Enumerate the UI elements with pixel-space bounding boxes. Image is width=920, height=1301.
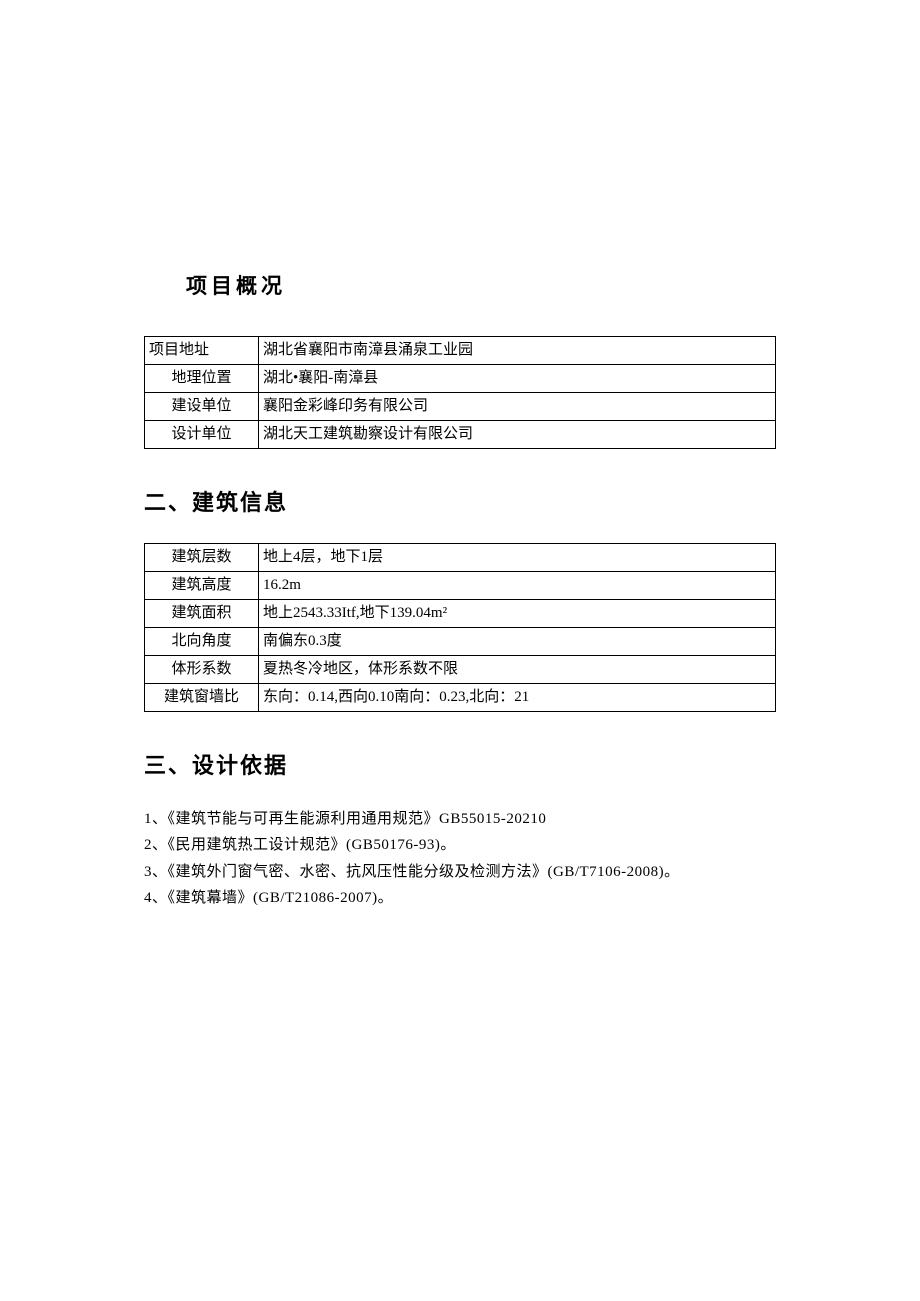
cell-label: 建筑高度 [145,572,259,600]
cell-label: 建筑面积 [145,600,259,628]
cell-label: 建筑窗墙比 [145,684,259,712]
cell-label: 地理位置 [145,365,259,393]
table-row: 建筑面积 地上2543.33Itf,地下139.04m² [145,600,776,628]
cell-label: 建筑层数 [145,544,259,572]
table-row: 北向角度 南偏东0.3度 [145,628,776,656]
design-basis-list: 1、《建筑节能与可再生能源利用通用规范》GB55015-20210 2、《民用建… [144,806,776,911]
cell-value: 南偏东0.3度 [259,628,776,656]
table-row: 项目地址 湖北省襄阳市南漳县涌泉工业园 [145,337,776,365]
cell-label: 建设单位 [145,393,259,421]
cell-label: 项目地址 [145,337,259,365]
table-row: 建设单位 襄阳金彩峰印务有限公司 [145,393,776,421]
cell-value: 夏热冬冷地区，体形系数不限 [259,656,776,684]
table-row: 体形系数 夏热冬冷地区，体形系数不限 [145,656,776,684]
cell-value: 地上4层，地下1层 [259,544,776,572]
cell-value: 湖北•襄阳-南漳县 [259,365,776,393]
section2-title: 二、建筑信息 [144,485,776,517]
cell-label: 设计单位 [145,421,259,449]
cell-value: 湖北天工建筑勘察设计有限公司 [259,421,776,449]
document-page: 项目概况 项目地址 湖北省襄阳市南漳县涌泉工业园 地理位置 湖北•襄阳-南漳县 … [0,0,920,911]
table-row: 建筑窗墙比 东向：0.14,西向0.10南向：0.23,北向：21 [145,684,776,712]
cell-value: 东向：0.14,西向0.10南向：0.23,北向：21 [259,684,776,712]
cell-value: 16.2m [259,572,776,600]
table-row: 设计单位 湖北天工建筑勘察设计有限公司 [145,421,776,449]
cell-label: 北向角度 [145,628,259,656]
list-item: 4、《建筑幕墙》(GB/T21086-2007)。 [144,885,776,911]
table-row: 建筑层数 地上4层，地下1层 [145,544,776,572]
cell-value: 襄阳金彩峰印务有限公司 [259,393,776,421]
list-item: 1、《建筑节能与可再生能源利用通用规范》GB55015-20210 [144,806,776,832]
cell-value: 湖北省襄阳市南漳县涌泉工业园 [259,337,776,365]
list-item: 2、《民用建筑热工设计规范》(GB50176-93)。 [144,832,776,858]
table-row: 地理位置 湖北•襄阳-南漳县 [145,365,776,393]
project-overview-table: 项目地址 湖北省襄阳市南漳县涌泉工业园 地理位置 湖北•襄阳-南漳县 建设单位 … [144,336,776,449]
section1-title: 项目概况 [186,270,776,300]
table-row: 建筑高度 16.2m [145,572,776,600]
list-item: 3、《建筑外门窗气密、水密、抗风压性能分级及检测方法》(GB/T7106-200… [144,859,776,885]
building-info-table: 建筑层数 地上4层，地下1层 建筑高度 16.2m 建筑面积 地上2543.33… [144,543,776,712]
cell-value: 地上2543.33Itf,地下139.04m² [259,600,776,628]
cell-label: 体形系数 [145,656,259,684]
section3-title: 三、设计依据 [144,748,776,780]
